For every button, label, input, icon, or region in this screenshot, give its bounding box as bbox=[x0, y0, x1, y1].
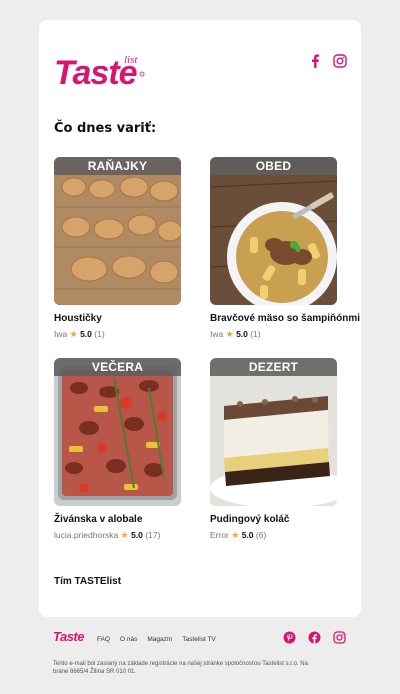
rating-count: (1) bbox=[250, 329, 261, 339]
recipe-author: Iwa bbox=[54, 329, 68, 339]
recipe-image[interactable]: RAŇAJKY bbox=[54, 157, 181, 305]
recipe-rating: 5.0 bbox=[236, 329, 248, 339]
star-icon: ★ bbox=[231, 530, 240, 540]
category-label: OBED bbox=[210, 157, 337, 175]
instagram-icon[interactable] bbox=[332, 630, 347, 645]
recipe-author: Iwa bbox=[210, 329, 224, 339]
email-card: Taste list Čo dnes variť: RAŇAJKY Housti… bbox=[39, 20, 361, 617]
recipe-title[interactable]: Živánska v alobale bbox=[54, 514, 181, 525]
footer-link-about[interactable]: O nás bbox=[120, 636, 137, 643]
footer-link-magazine[interactable]: Magazín bbox=[147, 636, 172, 643]
category-label: VEČERA bbox=[54, 358, 181, 376]
recipe-author: Error bbox=[210, 530, 229, 540]
recipe-card[interactable]: OBED Bravčové mäso so šampiňónmi Iwa ★ 5… bbox=[210, 157, 360, 340]
star-icon: ★ bbox=[120, 530, 129, 540]
instagram-icon[interactable] bbox=[332, 53, 347, 68]
rating-count: (6) bbox=[255, 530, 267, 540]
footer-disclaimer: Tento e-mail bol zaslaný na základe regi… bbox=[53, 661, 308, 675]
recipe-image[interactable]: VEČERA bbox=[54, 358, 181, 506]
facebook-icon[interactable] bbox=[307, 630, 322, 645]
rating-count: (17) bbox=[145, 530, 161, 540]
recipe-meta: lucia.priedhorska ★ 5.0 (17) bbox=[54, 530, 181, 541]
rating-count: (1) bbox=[94, 329, 105, 339]
recipe-image[interactable]: OBED bbox=[210, 157, 337, 305]
footer-nav: FAQ O nás Magazín Tastelist TV bbox=[97, 636, 216, 643]
footer-link-tv[interactable]: Tastelist TV bbox=[182, 636, 215, 643]
recipe-rating: 5.0 bbox=[80, 329, 92, 339]
footer-link-faq[interactable]: FAQ bbox=[97, 636, 110, 643]
social-links-bottom bbox=[282, 630, 347, 645]
footer-logo[interactable]: Taste bbox=[53, 629, 87, 648]
recipe-rating: 5.0 bbox=[131, 530, 143, 540]
recipe-card[interactable]: DEZERT Pudingový koláč Error ★ 5.0 (6) bbox=[210, 358, 337, 541]
section-heading: Čo dnes variť: bbox=[54, 121, 157, 136]
recipe-title[interactable]: Houstičky bbox=[54, 313, 181, 324]
pinterest-icon[interactable] bbox=[282, 630, 297, 645]
recipe-title[interactable]: Pudingový koláč bbox=[210, 514, 337, 525]
signoff-text: Tím TASTElist bbox=[54, 576, 122, 587]
recipe-meta: Iwa ★ 5.0 (1) bbox=[54, 329, 181, 340]
recipe-rating: 5.0 bbox=[241, 530, 254, 540]
recipe-meta: Error ★ 5.0 (6) bbox=[210, 530, 337, 541]
recipe-title[interactable]: Bravčové mäso so šampiňónmi bbox=[210, 313, 360, 324]
star-icon: ★ bbox=[69, 329, 78, 339]
facebook-icon[interactable] bbox=[307, 53, 322, 68]
tastelist-logo[interactable]: Taste list bbox=[54, 50, 146, 88]
social-links-top bbox=[307, 53, 347, 68]
star-icon: ★ bbox=[225, 329, 234, 339]
svg-text:Taste: Taste bbox=[53, 629, 84, 643]
category-label: RAŇAJKY bbox=[54, 157, 181, 175]
svg-text:list: list bbox=[124, 54, 138, 66]
recipe-card[interactable]: RAŇAJKY Houstičky Iwa ★ 5.0 (1) bbox=[54, 157, 181, 340]
recipe-meta: Iwa ★ 5.0 (1) bbox=[210, 329, 337, 340]
recipe-card[interactable]: VEČERA Živánska v alobale lucia.priedhor… bbox=[54, 358, 181, 541]
recipe-author: lucia.priedhorska bbox=[54, 530, 119, 540]
recipe-image[interactable]: DEZERT bbox=[210, 358, 337, 506]
category-label: DEZERT bbox=[210, 358, 337, 376]
